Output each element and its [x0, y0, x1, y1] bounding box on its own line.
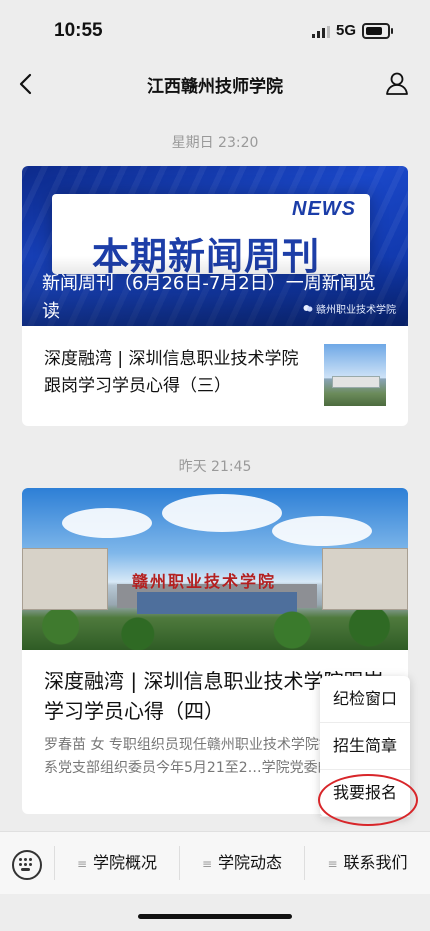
watermark: 赣州职业技术学院 — [303, 301, 396, 316]
menu-item-discipline-window[interactable]: 纪检窗口 — [320, 676, 410, 723]
home-indicator — [138, 914, 292, 919]
status-bar: 10:55 5G — [0, 0, 430, 62]
status-time: 10:55 — [54, 20, 103, 41]
list-item[interactable]: 深度融湾 | 深圳信息职业技术学院跟岗学习学员心得（三） — [22, 326, 408, 422]
menu-item-admissions-guide[interactable]: 招生简章 — [320, 723, 410, 770]
article-thumbnail — [324, 344, 386, 406]
wechat-icon — [303, 305, 313, 312]
battery-icon — [362, 23, 393, 39]
highlight-circle — [318, 774, 418, 826]
list-item-title: 深度融湾 | 深圳信息职业技术学院跟岗学习学员心得（三） — [44, 349, 299, 396]
network-type: 5G — [336, 22, 357, 39]
page-title: 江西赣州技师学院 — [147, 77, 283, 97]
article-banner[interactable]: NEWS 本期新闻周刊 新闻周刊（6月26日-7月2日）一周新闻览读 赣州职业技… — [22, 166, 408, 326]
article-card: NEWS 本期新闻周刊 新闻周刊（6月26日-7月2日）一周新闻览读 赣州职业技… — [22, 166, 408, 426]
keyboard-icon[interactable] — [12, 850, 42, 880]
signal-icon — [312, 26, 330, 38]
list-icon: ≡ — [76, 857, 88, 871]
menu-tab-contact[interactable]: ≡ 联系我们 — [305, 832, 430, 894]
campus-gate-photo: 赣州职业技术学院 — [22, 488, 408, 650]
bottom-menu-bar: ≡ 学院概况 ≡ 学院动态 ≡ 联系我们 — [0, 831, 430, 894]
list-icon: ≡ — [327, 857, 338, 871]
news-tag: NEWS — [292, 198, 356, 220]
list-icon: ≡ — [201, 857, 213, 871]
message-timestamp: 星期日 23:20 — [171, 135, 259, 151]
nav-bar: 江西赣州技师学院 — [0, 62, 430, 106]
user-profile-icon[interactable] — [384, 70, 410, 96]
menu-tab-overview[interactable]: ≡ 学院概况 — [55, 832, 179, 894]
article-caption: 新闻周刊（6月26日-7月2日）一周新闻览读 — [42, 273, 376, 322]
popup-menu: 纪检窗口 招生简章 我要报名 — [318, 676, 418, 826]
menu-tab-news[interactable]: ≡ 学院动态 — [180, 832, 304, 894]
gate-inscription: 赣州职业技术学院 — [132, 572, 277, 591]
message-timestamp: 昨天 21:45 — [178, 459, 252, 475]
